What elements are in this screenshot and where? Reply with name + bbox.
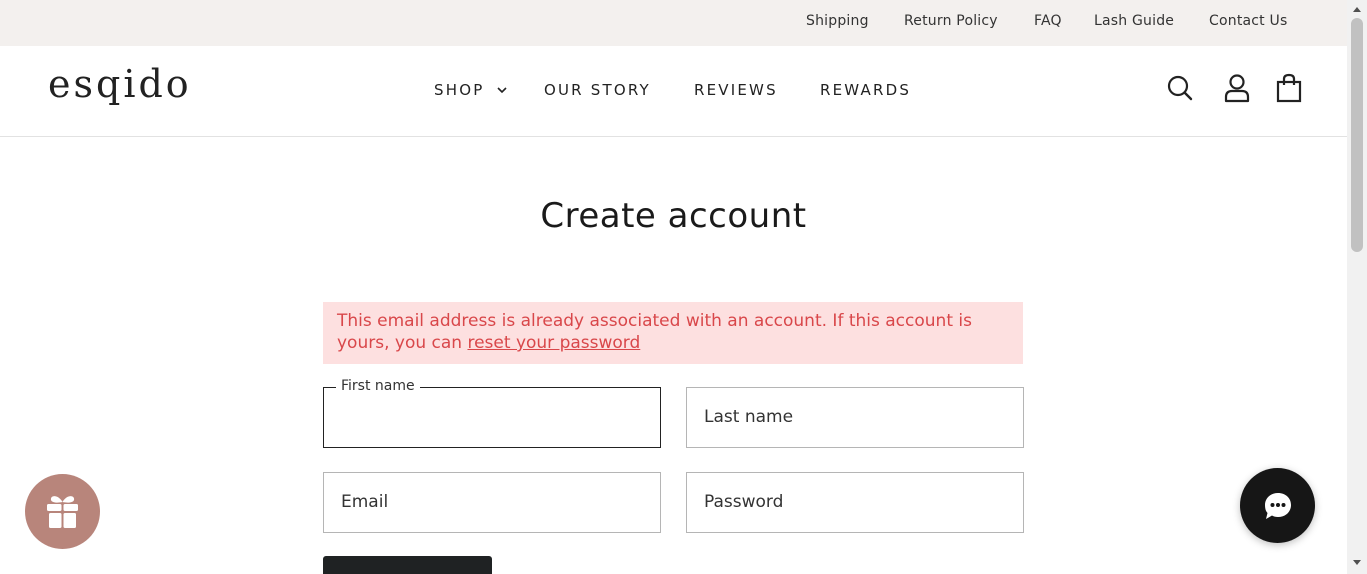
scroll-up-arrow-icon[interactable] [1352,5,1362,13]
utility-link-faq[interactable]: FAQ [1034,13,1062,29]
password-input[interactable] [687,473,1023,532]
scroll-down-arrow-icon[interactable] [1352,559,1362,567]
error-message: This email address is already associated… [337,311,972,353]
page-title: Create account [540,196,807,236]
last-name-input[interactable] [687,388,1023,447]
site-header: esqido SHOP OUR STORY REVIEWS REWARDS [0,46,1347,137]
utility-bar: Shipping Return Policy FAQ Lash Guide Co… [0,0,1347,46]
utility-link-shipping[interactable]: Shipping [806,13,869,29]
account-icon[interactable] [1223,73,1251,103]
first-name-input[interactable] [324,388,660,447]
nav-rewards[interactable]: REWARDS [820,81,911,99]
rewards-gift-button[interactable] [25,474,100,549]
logo[interactable]: esqido [48,62,192,106]
email-field[interactable]: Email [323,472,661,533]
last-name-field[interactable]: Last name [686,387,1024,448]
utility-link-return-policy[interactable]: Return Policy [904,13,998,29]
email-input[interactable] [324,473,660,532]
create-account-button[interactable] [323,556,492,574]
first-name-field[interactable]: First name [323,378,661,448]
chat-button[interactable] [1240,468,1315,543]
chat-bubble-icon [1265,493,1291,519]
nav-shop[interactable]: SHOP [434,81,484,99]
scrollbar[interactable] [1347,0,1367,574]
error-alert: This email address is already associated… [323,302,1023,364]
nav-reviews[interactable]: REVIEWS [694,81,778,99]
search-icon[interactable] [1166,74,1194,102]
scrollbar-thumb[interactable] [1351,18,1363,252]
gift-icon [47,496,78,528]
nav-our-story[interactable]: OUR STORY [544,81,651,99]
password-field[interactable]: Password [686,472,1024,533]
reset-password-link[interactable]: reset your password [467,333,640,353]
utility-link-contact-us[interactable]: Contact Us [1209,13,1287,29]
chevron-down-icon[interactable] [495,83,509,97]
cart-icon[interactable] [1276,73,1302,103]
utility-link-lash-guide[interactable]: Lash Guide [1094,13,1174,29]
